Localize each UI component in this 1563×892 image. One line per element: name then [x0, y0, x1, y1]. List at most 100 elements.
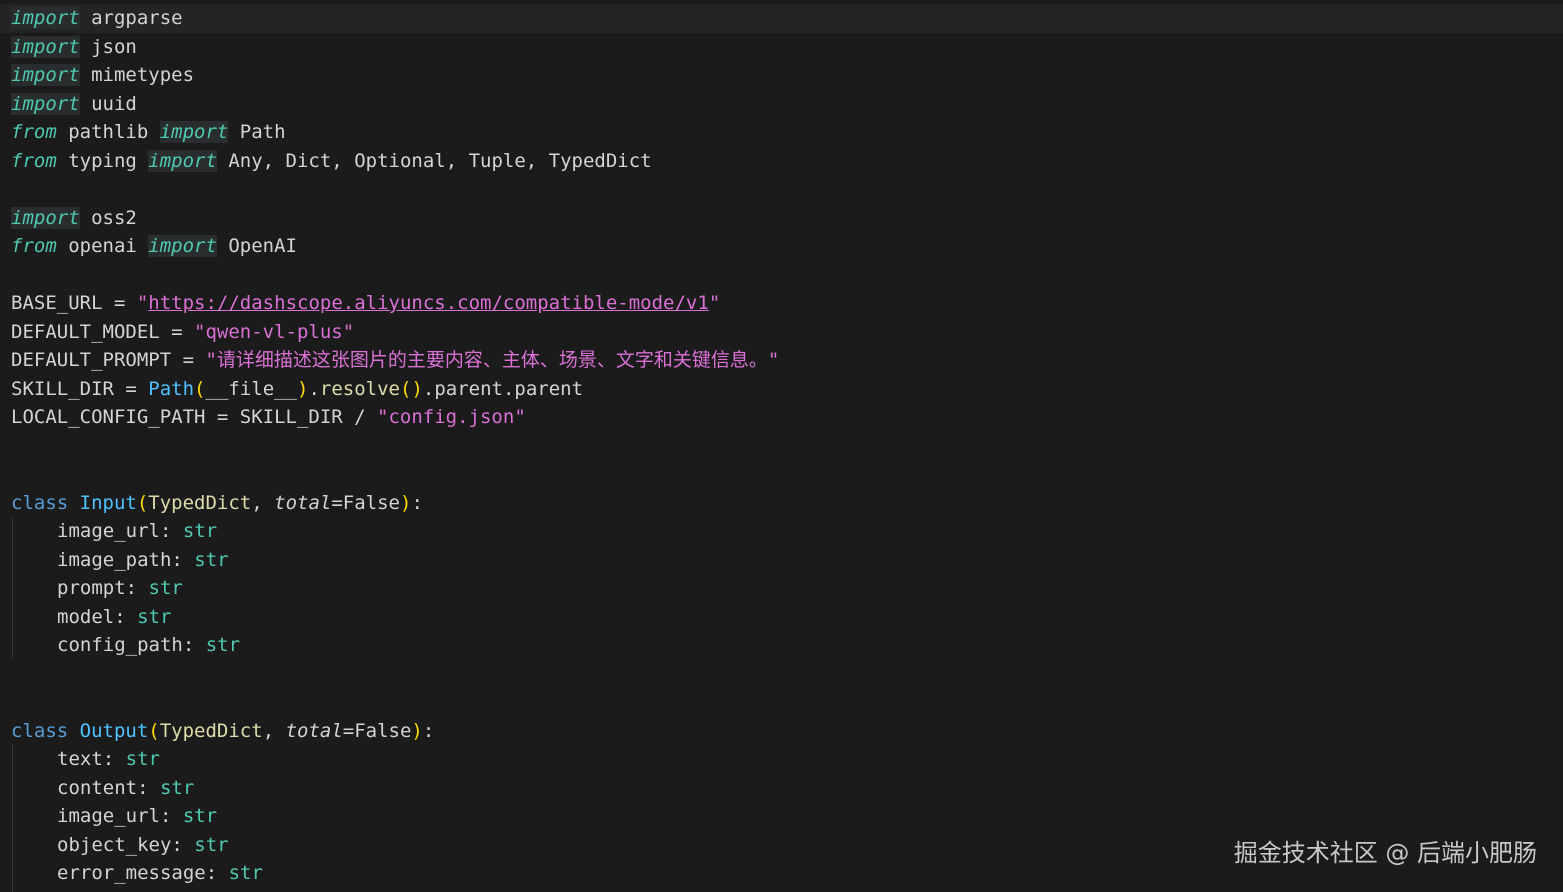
watermark: 掘金技术社区 @ 后端小肥肠 — [1233, 839, 1537, 867]
code-line-11[interactable]: BASE_URL = "https://dashscope.aliyuncs.c… — [11, 289, 720, 317]
code-line-31[interactable]: error_message: str — [57, 859, 263, 887]
string-literal: "qwen-vl-plus" — [194, 321, 355, 343]
code-line-30[interactable]: object_key: str — [57, 831, 229, 859]
code-line-9[interactable]: from openai import OpenAI — [11, 232, 297, 260]
module-name: pathlib — [56, 121, 160, 143]
code-line-14[interactable]: SKILL_DIR = Path(__file__).resolve().par… — [11, 375, 583, 403]
keyword-import: import — [159, 121, 229, 143]
variable-assign: LOCAL_CONFIG_PATH = SKILL_DIR / — [11, 406, 378, 428]
url-link[interactable]: https://dashscope.aliyuncs.com/compatibl… — [148, 292, 709, 314]
module-name: oss2 — [79, 207, 137, 229]
variable-assign: DEFAULT_MODEL = — [11, 321, 195, 343]
class-name: Input — [68, 492, 137, 514]
variable-assign: SKILL_DIR = — [11, 378, 149, 400]
module-name: uuid — [79, 93, 137, 115]
class-ref: Path — [148, 378, 195, 400]
imported-names: OpenAI — [216, 235, 297, 257]
current-line-highlight — [0, 4, 1563, 33]
module-name: json — [79, 36, 137, 58]
field-name: image_url: — [57, 520, 183, 542]
keyword-from: from — [11, 150, 57, 172]
keyword-import: import — [148, 235, 217, 257]
base-class: TypedDict — [159, 720, 263, 742]
field-name: image_url: — [57, 805, 183, 827]
code-line-5[interactable]: from pathlib import Path — [11, 118, 286, 146]
type-annotation: str — [137, 606, 172, 628]
field-name: image_path: — [57, 549, 195, 571]
indent-guide — [12, 745, 13, 892]
keyword-import: import — [11, 7, 80, 29]
code-line-2[interactable]: import json — [11, 33, 137, 61]
code-line-8[interactable]: import oss2 — [11, 204, 137, 232]
dunder-file: __file__ — [205, 378, 298, 400]
field-name: object_key: — [57, 834, 195, 856]
module-name: mimetypes — [79, 64, 195, 86]
field-name: content: — [57, 777, 160, 799]
kwarg-name: total — [285, 720, 343, 742]
keyword-import: import — [11, 207, 80, 229]
keyword-import: import — [148, 150, 217, 172]
string-literal: "请详细描述这张图片的主要内容、主体、场景、文字和关键信息。" — [205, 349, 780, 371]
code-line-21[interactable]: prompt: str — [57, 574, 183, 602]
code-line-28[interactable]: content: str — [57, 774, 194, 802]
code-line-15[interactable]: LOCAL_CONFIG_PATH = SKILL_DIR / "config.… — [11, 403, 526, 431]
code-line-23[interactable]: config_path: str — [57, 631, 240, 659]
imported-names: Path — [228, 121, 286, 143]
code-line-19[interactable]: image_url: str — [57, 517, 217, 545]
variable-assign: BASE_URL = — [11, 292, 137, 314]
code-line-12[interactable]: DEFAULT_MODEL = "qwen-vl-plus" — [11, 318, 354, 346]
indent-guide — [12, 517, 13, 659]
code-line-20[interactable]: image_path: str — [57, 546, 229, 574]
variable-assign: DEFAULT_PROMPT = — [11, 349, 206, 371]
code-editor[interactable]: import argparse import json import mimet… — [0, 0, 1563, 892]
code-line-26[interactable]: class Output(TypedDict, total=False): — [11, 717, 434, 745]
type-annotation: str — [159, 777, 195, 799]
paren: ( — [136, 492, 149, 514]
colon: : — [411, 492, 423, 514]
type-annotation: str — [228, 862, 263, 884]
comma: , — [251, 492, 275, 514]
attribute-chain: .parent.parent — [422, 378, 584, 400]
module-name: typing — [56, 150, 149, 172]
code-line-13[interactable]: DEFAULT_PROMPT = "请详细描述这张图片的主要内容、主体、场景、文… — [11, 346, 779, 374]
code-line-4[interactable]: import uuid — [11, 90, 137, 118]
keyword-import: import — [11, 64, 80, 86]
keyword-import: import — [11, 93, 80, 115]
kwarg-value: =False — [342, 720, 412, 742]
field-name: error_message: — [57, 862, 229, 884]
type-annotation: str — [194, 549, 229, 571]
code-line-18[interactable]: class Input(TypedDict, total=False): — [11, 489, 423, 517]
type-annotation: str — [182, 520, 218, 542]
module-name: argparse — [79, 7, 183, 29]
type-annotation: str — [148, 577, 183, 599]
type-annotation: str — [182, 805, 218, 827]
paren: () — [400, 378, 423, 400]
type-annotation: str — [194, 834, 229, 856]
code-line-3[interactable]: import mimetypes — [11, 61, 194, 89]
imported-names: Any, Dict, Optional, Tuple, TypedDict — [216, 150, 652, 172]
string-quote: " — [708, 292, 721, 314]
paren: ) — [399, 492, 412, 514]
keyword-class: class — [11, 720, 69, 742]
paren: ( — [194, 378, 206, 400]
code-line-1[interactable]: import argparse — [11, 4, 183, 32]
kwarg-name: total — [274, 492, 332, 514]
comma: , — [262, 720, 286, 742]
code-line-29[interactable]: image_url: str — [57, 802, 217, 830]
colon: : — [422, 720, 435, 742]
class-name: Output — [68, 720, 149, 742]
code-line-22[interactable]: model: str — [57, 603, 171, 631]
field-name: prompt: — [57, 577, 149, 599]
paren: ) — [297, 378, 309, 400]
kwarg-value: =False — [331, 492, 400, 514]
field-name: model: — [57, 606, 138, 628]
module-name: openai — [56, 235, 149, 257]
keyword-from: from — [11, 121, 57, 143]
paren: ( — [148, 720, 160, 742]
code-line-27[interactable]: text: str — [57, 745, 160, 773]
field-name: text: — [57, 748, 126, 770]
field-name: config_path: — [57, 634, 206, 656]
type-annotation: str — [205, 634, 241, 656]
paren: ) — [411, 720, 423, 742]
code-line-6[interactable]: from typing import Any, Dict, Optional, … — [11, 147, 652, 175]
